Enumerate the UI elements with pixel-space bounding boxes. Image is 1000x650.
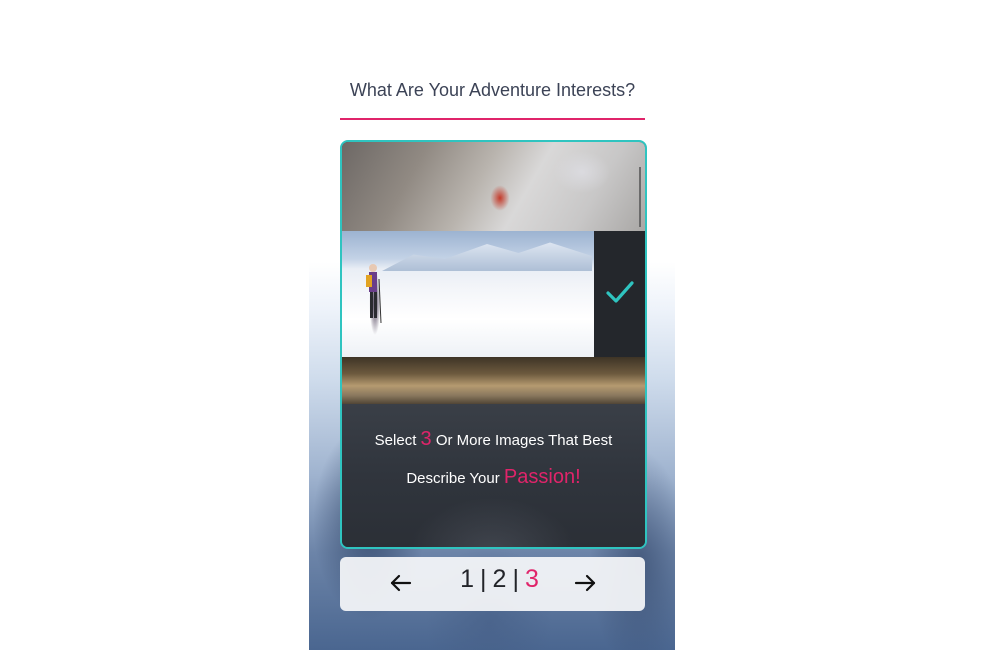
page-separator: | [512,565,520,593]
page-1[interactable]: 1 [460,565,475,593]
page-title: What Are Your Adventure Interests? [349,80,636,100]
required-count: 3 [420,428,432,450]
adventure-interests-screen: What Are Your Adventure Interests? Selec… [0,0,1000,650]
gallery-image-misty-lake[interactable] [342,357,645,405]
pagination-bar: 1 | 2 | 3 [340,557,645,611]
gallery-scrollbar[interactable] [639,167,641,227]
gallery-image-mountain-climber[interactable] [342,142,645,231]
gallery-image-backcountry-skier[interactable] [342,231,594,357]
page-3-current[interactable]: 3 [525,565,540,593]
check-icon [606,281,634,303]
mountain-ridge [382,242,592,271]
instruction-prefix: Select [374,432,417,449]
skier-figure [366,264,382,324]
instruction-line-1: Select 3 Or More Images That Best [342,428,645,451]
title-underline [340,118,645,120]
arrow-right-icon[interactable] [572,570,598,596]
instruction-line2-prefix: Describe Your [406,470,500,487]
page-indicator: 1 | 2 | 3 [440,565,560,594]
arrow-left-icon[interactable] [388,570,414,596]
page-2[interactable]: 2 [493,565,508,593]
instruction-line-2: Describe Your Passion! [342,466,645,489]
image-gallery[interactable]: Select 3 Or More Images That Best Descri… [340,140,647,549]
instruction-middle: Or More Images That Best [435,432,613,449]
passion-highlight: Passion! [503,466,581,488]
selected-indicator[interactable] [594,231,645,357]
page-separator: | [480,565,488,593]
